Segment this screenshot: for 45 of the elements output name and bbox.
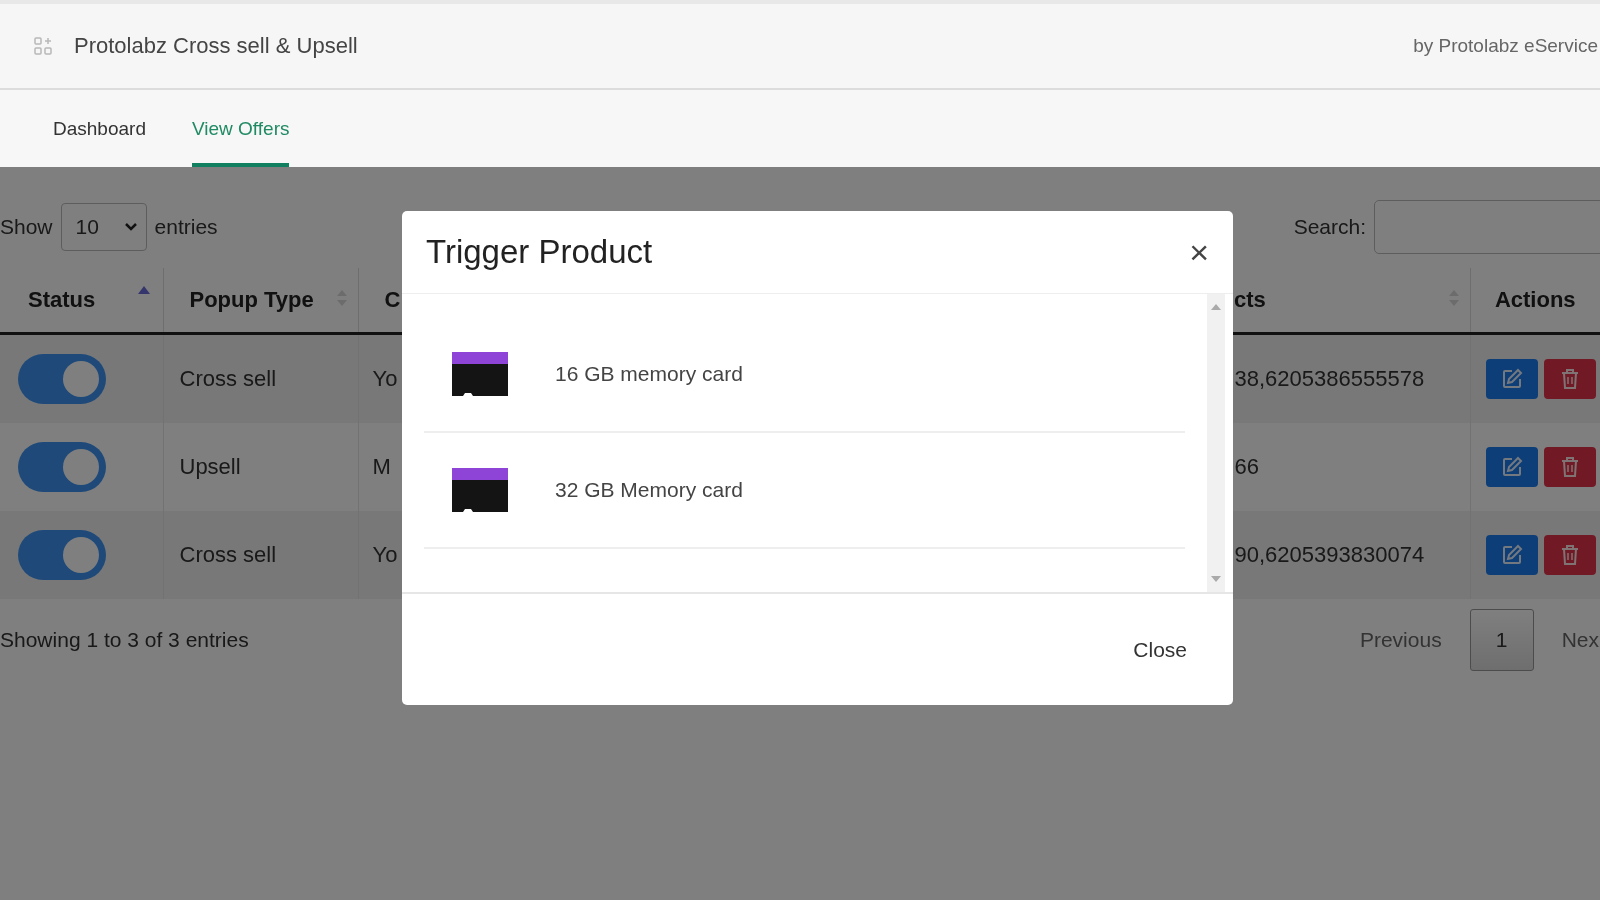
table-cell: Yo xyxy=(372,366,398,391)
column-header[interactable]: Popup Type xyxy=(189,287,314,312)
table-cell: Upsell xyxy=(179,454,241,479)
table-cell: Yo xyxy=(372,542,398,567)
edit-button[interactable] xyxy=(1485,535,1538,575)
table-cell: 90,6205393830074 xyxy=(1234,542,1425,567)
table-cell: M xyxy=(372,454,391,479)
vendor-label: by Protolabz eService xyxy=(1413,35,1598,57)
scrollbar[interactable] xyxy=(1207,294,1225,592)
show-label: Show xyxy=(0,215,53,239)
page-button[interactable]: 1 xyxy=(1469,609,1534,671)
product-name: 16 GB memory card xyxy=(555,362,743,386)
edit-button[interactable] xyxy=(1485,447,1538,487)
apps-icon xyxy=(34,37,52,55)
memory-card-icon xyxy=(451,467,509,513)
scroll-down-icon xyxy=(1211,576,1221,582)
search-field[interactable] xyxy=(1374,200,1600,254)
delete-button[interactable] xyxy=(1543,535,1596,575)
status-toggle[interactable] xyxy=(18,354,106,404)
chevron-down-icon xyxy=(123,222,138,232)
app-title: Protolabz Cross sell & Upsell xyxy=(74,33,358,59)
close-button[interactable]: Close xyxy=(1133,637,1187,662)
status-toggle[interactable] xyxy=(18,442,106,492)
search-label: Search: xyxy=(1293,215,1366,239)
product-name: 32 GB Memory card xyxy=(555,478,743,502)
scroll-up-icon xyxy=(1211,304,1221,310)
column-header[interactable]: C xyxy=(384,287,401,312)
tab[interactable]: Dashboard xyxy=(53,90,146,167)
column-header[interactable]: cts xyxy=(1234,287,1266,312)
delete-button[interactable] xyxy=(1543,359,1596,399)
close-button[interactable]: × xyxy=(1189,235,1209,269)
table-cell: 38,6205386555578 xyxy=(1234,366,1425,391)
previous-link[interactable]: Previous xyxy=(1331,628,1470,652)
table-cell: Cross sell xyxy=(179,542,277,567)
entries-info: Showing 1 to 3 of 3 entries xyxy=(0,628,249,652)
delete-button[interactable] xyxy=(1543,447,1596,487)
memory-card-icon xyxy=(451,351,509,397)
entries-label: entries xyxy=(154,215,218,239)
entries-select[interactable]: 10 xyxy=(60,203,147,251)
table-cell: 66 xyxy=(1234,454,1259,479)
column-header[interactable]: Status xyxy=(28,287,96,312)
table-cell: Cross sell xyxy=(179,366,277,391)
status-toggle[interactable] xyxy=(18,530,106,580)
modal-title: Trigger Product xyxy=(426,233,653,271)
edit-button[interactable] xyxy=(1485,359,1538,399)
